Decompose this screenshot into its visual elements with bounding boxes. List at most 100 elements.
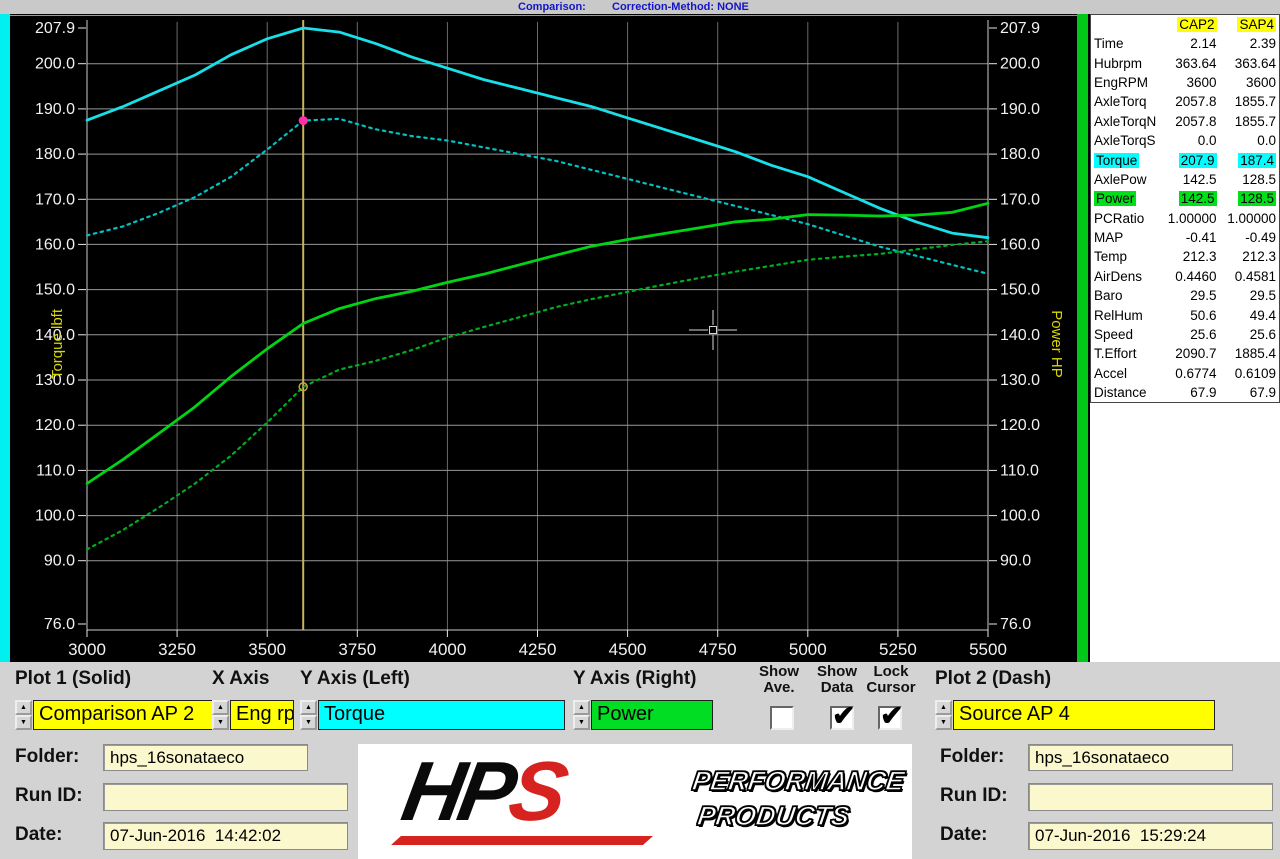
channel-data-table: CAP2SAP4Time2.142.39Hubrpm363.64363.64En… [1090, 14, 1280, 403]
table-row: Temp212.3212.3 [1091, 247, 1280, 266]
svg-text:190.0: 190.0 [1000, 101, 1040, 118]
spin-up-icon[interactable]: ▲ [935, 700, 952, 715]
data-readout-panel: CAP2SAP4Time2.142.39Hubrpm363.64363.64En… [1088, 14, 1280, 662]
svg-text:5250: 5250 [879, 640, 917, 659]
spin-up-icon[interactable]: ▲ [573, 700, 590, 715]
spin-up-icon[interactable]: ▲ [15, 700, 32, 715]
svg-text:207.9: 207.9 [1000, 20, 1040, 37]
table-row: Accel0.67740.6109 [1091, 364, 1280, 383]
table-row: Torque207.9187.4 [1091, 150, 1280, 169]
x-axis-ticks: 3000325035003750400042504500475050005250… [68, 630, 1007, 659]
table-row: AxlePow142.5128.5 [1091, 170, 1280, 189]
svg-text:150.0: 150.0 [35, 282, 75, 299]
status-strip: Comparison: Correction-Method: NONE [0, 0, 1280, 14]
table-row: Power142.5128.5 [1091, 189, 1280, 208]
xaxis-select[interactable]: Eng rpm [230, 700, 294, 730]
crosshair-cursor [689, 310, 737, 350]
show-ave-label: Show Ave. [753, 664, 805, 696]
spin-down-icon[interactable]: ▼ [300, 715, 317, 730]
yaxis-left-spinner[interactable]: ▲ ▼ [300, 700, 317, 730]
runid-label-left: Run ID: [15, 785, 83, 807]
yaxis-right-spinner[interactable]: ▲ ▼ [573, 700, 590, 730]
table-row: AxleTorqN2057.81855.7 [1091, 112, 1280, 131]
lock-cursor-label: Lock Cursor [858, 664, 924, 696]
runid-input-left[interactable] [103, 783, 348, 811]
table-row: AxleTorq2057.81855.7 [1091, 92, 1280, 111]
svg-text:207.9: 207.9 [35, 20, 75, 37]
cursor-marker-dot [299, 116, 308, 125]
table-row: Hubrpm363.64363.64 [1091, 53, 1280, 72]
date-input-right[interactable]: 07-Jun-2016 15:29:24 [1028, 822, 1273, 850]
table-row: Distance67.967.9 [1091, 383, 1280, 403]
svg-text:160.0: 160.0 [35, 236, 75, 253]
svg-text:110.0: 110.0 [1000, 462, 1039, 479]
power-axis-color-bar [1077, 14, 1088, 662]
plot2-select[interactable]: Source AP 4 [953, 700, 1215, 730]
spin-down-icon[interactable]: ▼ [15, 715, 32, 730]
svg-text:120.0: 120.0 [35, 417, 75, 434]
power-axis-title: Power HP [1048, 310, 1065, 378]
svg-text:100.0: 100.0 [35, 508, 75, 525]
hps-logo-letters: HPS [394, 736, 576, 846]
folder-input-right[interactable]: hps_16sonataeco [1028, 744, 1233, 771]
plot1-spinner[interactable]: ▲ ▼ [15, 700, 32, 730]
svg-text:130.0: 130.0 [1000, 372, 1040, 389]
correction-method-label: Correction-Method: NONE [612, 0, 749, 14]
spin-down-icon[interactable]: ▼ [935, 715, 952, 730]
svg-text:120.0: 120.0 [1000, 417, 1040, 434]
svg-text:4750: 4750 [699, 640, 737, 659]
yaxis-right-select[interactable]: Power [591, 700, 713, 730]
svg-text:4000: 4000 [428, 640, 466, 659]
table-row: Time2.142.39 [1091, 34, 1280, 53]
svg-text:4500: 4500 [609, 640, 647, 659]
show-data-checkbox[interactable]: ✔ [830, 706, 854, 730]
svg-text:3500: 3500 [248, 640, 286, 659]
xaxis-label: X Axis [212, 668, 269, 690]
spin-up-icon[interactable]: ▲ [300, 700, 317, 715]
svg-text:160.0: 160.0 [1000, 236, 1040, 253]
svg-text:4250: 4250 [519, 640, 557, 659]
svg-text:180.0: 180.0 [1000, 146, 1040, 163]
svg-text:150.0: 150.0 [1000, 282, 1040, 299]
table-row: AxleTorqS0.00.0 [1091, 131, 1280, 150]
folder-input-left[interactable]: hps_16sonataeco [103, 744, 308, 771]
yaxis-right-label: Y Axis (Right) [573, 668, 697, 690]
date-input-left[interactable]: 07-Jun-2016 14:42:02 [103, 822, 348, 850]
svg-text:190.0: 190.0 [35, 101, 75, 118]
table-row: PCRatio1.000001.00000 [1091, 209, 1280, 228]
plot2-label: Plot 2 (Dash) [935, 668, 1051, 690]
svg-text:100.0: 100.0 [1000, 508, 1040, 525]
plot-area: 207.9207.9200.0200.0190.0190.0180.0180.0… [0, 14, 1088, 662]
spin-down-icon[interactable]: ▼ [573, 715, 590, 730]
folder-label-left: Folder: [15, 746, 79, 768]
runid-input-right[interactable] [1028, 783, 1273, 811]
svg-text:3250: 3250 [158, 640, 196, 659]
xaxis-spinner[interactable]: ▲ ▼ [212, 700, 229, 730]
dyno-app-window: Comparison: Correction-Method: NONE 207.… [0, 0, 1280, 859]
plot2-spinner[interactable]: ▲ ▼ [935, 700, 952, 730]
plot1-select[interactable]: Comparison AP 2 [33, 700, 226, 730]
main-content: 207.9207.9200.0200.0190.0190.0180.0180.0… [0, 14, 1280, 662]
control-panel: Plot 1 (Solid) X Axis Y Axis (Left) Y Ax… [0, 662, 1280, 859]
dyno-chart[interactable]: 207.9207.9200.0200.0190.0190.0180.0180.0… [0, 14, 1088, 662]
show-data-label: Show Data [810, 664, 864, 696]
table-row: RelHum50.649.4 [1091, 305, 1280, 324]
yaxis-left-label: Y Axis (Left) [300, 668, 410, 690]
svg-text:5500: 5500 [969, 640, 1007, 659]
spin-up-icon[interactable]: ▲ [212, 700, 229, 715]
svg-text:170.0: 170.0 [35, 191, 75, 208]
date-label-left: Date: [15, 824, 63, 846]
yaxis-left-select[interactable]: Torque [318, 700, 565, 730]
spin-down-icon[interactable]: ▼ [212, 715, 229, 730]
svg-text:110.0: 110.0 [36, 462, 75, 479]
show-ave-checkbox[interactable] [770, 706, 794, 730]
table-row: T.Effort2090.71885.4 [1091, 344, 1280, 363]
runid-label-right: Run ID: [940, 785, 1008, 807]
comparison-status-label: Comparison: [518, 0, 586, 14]
chart-grid [87, 22, 988, 630]
svg-text:90.0: 90.0 [44, 553, 75, 570]
hps-logo: HPS PERFORMANCE PRODUCTS [358, 744, 912, 859]
lock-cursor-checkbox[interactable]: ✔ [878, 706, 902, 730]
date-label-right: Date: [940, 824, 988, 846]
table-row: MAP-0.41-0.49 [1091, 228, 1280, 247]
